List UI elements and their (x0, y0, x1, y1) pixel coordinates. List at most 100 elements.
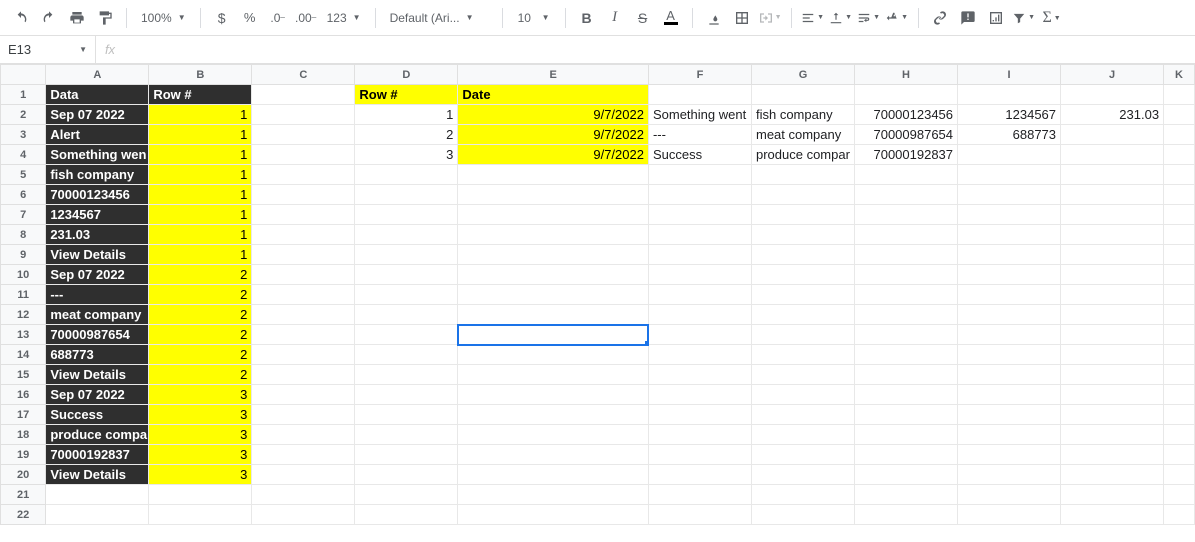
cell[interactable] (355, 365, 458, 385)
cell[interactable] (1164, 425, 1195, 445)
cell[interactable] (855, 465, 958, 485)
cell[interactable] (751, 345, 854, 365)
cell[interactable] (855, 305, 958, 325)
cell[interactable] (458, 225, 649, 245)
cell[interactable] (648, 165, 751, 185)
cell[interactable] (751, 465, 854, 485)
cell[interactable] (648, 445, 751, 465)
borders-button[interactable] (729, 5, 755, 31)
cell[interactable]: 688773 (46, 345, 149, 365)
cell[interactable] (958, 445, 1061, 465)
cell[interactable] (355, 385, 458, 405)
cell[interactable] (1061, 405, 1164, 425)
cell[interactable] (855, 485, 958, 505)
cell[interactable] (252, 425, 355, 445)
cell[interactable] (855, 265, 958, 285)
cell[interactable] (855, 85, 958, 105)
cell[interactable]: 1 (149, 245, 252, 265)
cell[interactable] (648, 345, 751, 365)
row-header[interactable]: 12 (1, 305, 46, 325)
cell[interactable] (958, 245, 1061, 265)
row-header[interactable]: 6 (1, 185, 46, 205)
cell[interactable] (1061, 225, 1164, 245)
cell[interactable]: 3 (355, 145, 458, 165)
row-header[interactable]: 9 (1, 245, 46, 265)
cell[interactable]: View Details (46, 465, 149, 485)
cell[interactable]: 70000123456 (855, 105, 958, 125)
cell[interactable] (458, 425, 649, 445)
cell[interactable] (648, 465, 751, 485)
cell[interactable]: 2 (355, 125, 458, 145)
cell[interactable] (1164, 405, 1195, 425)
fill-color-button[interactable] (701, 5, 727, 31)
cell[interactable] (958, 205, 1061, 225)
horizontal-align-button[interactable]: ▼ (800, 5, 826, 31)
text-wrap-button[interactable]: ▼ (856, 5, 882, 31)
column-header[interactable]: H (855, 65, 958, 85)
column-header[interactable]: I (958, 65, 1061, 85)
cell[interactable] (751, 325, 854, 345)
cell[interactable] (252, 85, 355, 105)
cell[interactable] (855, 245, 958, 265)
cell[interactable] (855, 165, 958, 185)
filter-button[interactable]: ▼ (1011, 5, 1037, 31)
cell[interactable] (855, 185, 958, 205)
italic-button[interactable]: I (602, 5, 628, 31)
cell[interactable]: --- (648, 125, 751, 145)
cell[interactable]: fish company (751, 105, 854, 125)
cell[interactable] (458, 385, 649, 405)
cell[interactable]: 2 (149, 285, 252, 305)
cell[interactable]: Success (46, 405, 149, 425)
cell[interactable] (855, 385, 958, 405)
cell[interactable] (1061, 285, 1164, 305)
cell[interactable]: Sep 07 2022 (46, 105, 149, 125)
cell[interactable] (751, 505, 854, 525)
cell[interactable] (648, 245, 751, 265)
column-header[interactable]: G (751, 65, 854, 85)
cell[interactable] (648, 365, 751, 385)
cell[interactable] (252, 465, 355, 485)
cell[interactable] (252, 405, 355, 425)
cell[interactable] (355, 285, 458, 305)
cell[interactable] (648, 425, 751, 445)
vertical-align-button[interactable]: ▼ (828, 5, 854, 31)
cell[interactable]: 2 (149, 365, 252, 385)
cell[interactable] (855, 405, 958, 425)
cell[interactable] (458, 365, 649, 385)
cell[interactable]: 3 (149, 405, 252, 425)
column-header[interactable]: A (46, 65, 149, 85)
cell[interactable] (252, 345, 355, 365)
cell[interactable] (458, 485, 649, 505)
zoom-combo[interactable]: 100%▼ (135, 6, 192, 30)
cell[interactable] (1061, 305, 1164, 325)
cell[interactable] (958, 265, 1061, 285)
cell[interactable] (855, 505, 958, 525)
font-combo[interactable]: Default (Ari...▼ (384, 6, 494, 30)
cell[interactable] (252, 505, 355, 525)
cell[interactable] (958, 365, 1061, 385)
row-header[interactable]: 8 (1, 225, 46, 245)
cell[interactable] (458, 405, 649, 425)
cell[interactable] (355, 245, 458, 265)
cell[interactable] (458, 265, 649, 285)
cell[interactable] (648, 225, 751, 245)
cell[interactable] (458, 325, 649, 345)
cell[interactable] (458, 245, 649, 265)
cell[interactable]: View Details (46, 245, 149, 265)
cell[interactable] (252, 445, 355, 465)
cell[interactable] (958, 305, 1061, 325)
print-button[interactable] (64, 5, 90, 31)
cell[interactable]: 1234567 (958, 105, 1061, 125)
cell[interactable] (1164, 125, 1195, 145)
cell[interactable] (1061, 385, 1164, 405)
cell[interactable]: 2 (149, 265, 252, 285)
cell[interactable] (1164, 505, 1195, 525)
spreadsheet-grid[interactable]: ABCDEFGHIJK1DataRow #Row #Date2Sep 07 20… (0, 64, 1195, 525)
cell[interactable]: 70000192837 (855, 145, 958, 165)
cell[interactable] (252, 385, 355, 405)
cell[interactable] (458, 165, 649, 185)
cell[interactable] (958, 225, 1061, 245)
cell[interactable]: View Details (46, 365, 149, 385)
cell[interactable] (355, 425, 458, 445)
cell[interactable] (149, 505, 252, 525)
